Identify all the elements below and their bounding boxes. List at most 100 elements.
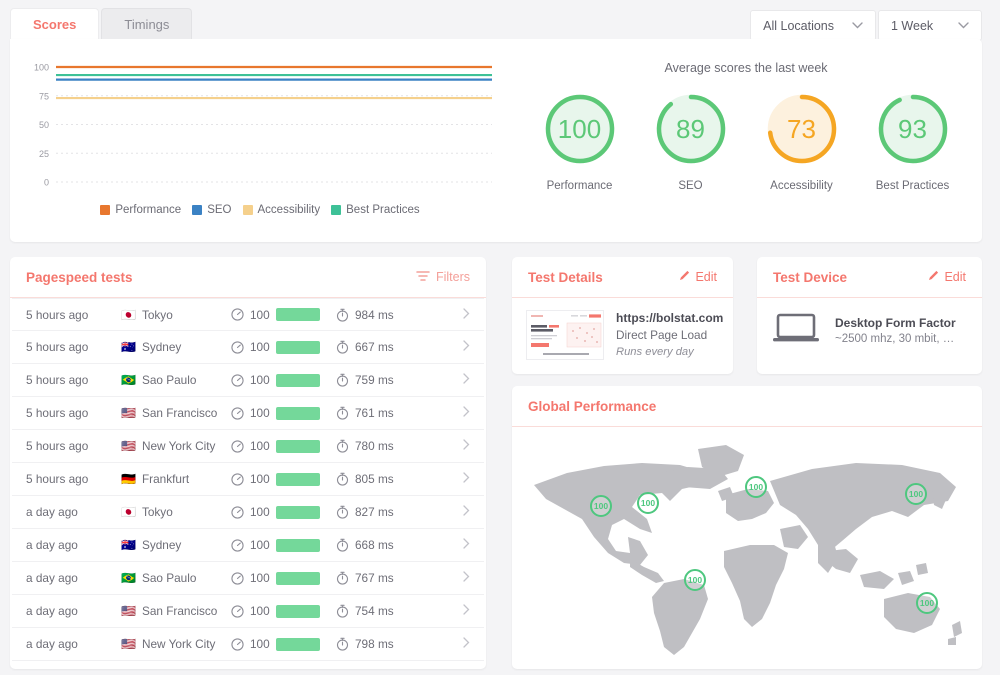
row-time: 5 hours ago (26, 472, 121, 486)
legend-item[interactable]: Best Practices (331, 204, 420, 216)
speedometer-icon (231, 506, 244, 519)
row-time: a day ago (26, 637, 121, 651)
table-row[interactable]: 5 hours ago 🇺🇸 New York City 100 780 ms (12, 430, 484, 463)
test-device-edit-button[interactable]: Edit (928, 270, 966, 284)
row-open-button[interactable] (431, 604, 470, 618)
pagespeed-tests-header: Pagespeed tests Filters (10, 257, 486, 298)
score-bar (276, 572, 320, 585)
row-city: Sydney (142, 340, 181, 354)
table-row[interactable]: a day ago 🇦🇺 Sydney 100 668 ms (12, 529, 484, 562)
chart-canvas: 0255075100 (26, 61, 496, 196)
pagespeed-tests-title: Pagespeed tests (26, 270, 133, 285)
gauge-seo[interactable]: 89 SEO (638, 91, 743, 192)
map-marker-new-york-city[interactable]: 100 (637, 492, 659, 514)
gauge-best-practices[interactable]: 93 Best Practices (860, 91, 965, 192)
map-marker-san-francisco[interactable]: 100 (590, 495, 612, 517)
stopwatch-icon (336, 604, 349, 618)
global-performance-card: Global Performance (512, 386, 982, 669)
map-marker-frankfurt[interactable]: 100 (745, 476, 767, 498)
map-marker-tokyo[interactable]: 100 (905, 483, 927, 505)
test-device-header: Test Device Edit (757, 257, 982, 298)
row-open-button[interactable] (431, 538, 470, 552)
table-row[interactable]: 5 hours ago 🇯🇵 Tokyo 100 984 ms (12, 298, 484, 331)
row-duration: 767 ms (336, 571, 431, 585)
chevron-right-icon (463, 604, 470, 618)
scores-overview-card: 0255075100 Performance SEO Accessibility… (10, 39, 982, 242)
legend-item[interactable]: Accessibility (243, 204, 321, 216)
stopwatch-icon (336, 637, 349, 651)
period-select-value: 1 Week (891, 19, 933, 33)
filter-icon (416, 270, 430, 285)
device-specs: ~2500 mhz, 30 mbit, … (835, 333, 956, 345)
gauge-performance[interactable]: 100 Performance (527, 91, 632, 192)
pencil-icon (679, 270, 690, 284)
row-time: a day ago (26, 571, 121, 585)
chevron-down-icon (852, 22, 863, 29)
row-open-button[interactable] (431, 505, 470, 519)
row-duration: 984 ms (336, 308, 431, 322)
chevron-right-icon (463, 406, 470, 420)
score-bar (276, 341, 320, 354)
row-score: 100 (231, 308, 336, 322)
test-details-edit-button[interactable]: Edit (679, 270, 717, 284)
row-location: 🇺🇸 New York City (121, 637, 231, 651)
row-open-button[interactable] (431, 373, 470, 387)
tab-timings-label: Timings (124, 17, 169, 32)
table-row[interactable]: a day ago 🇺🇸 New York City 100 798 ms (12, 628, 484, 661)
filter-selects: All Locations 1 Week (748, 10, 982, 41)
row-score: 100 (231, 538, 336, 552)
tab-scores[interactable]: Scores (10, 8, 99, 40)
chevron-right-icon (463, 538, 470, 552)
tab-timings[interactable]: Timings (101, 8, 192, 40)
row-location: 🇩🇪 Frankfurt (121, 472, 231, 486)
legend-label: Best Practices (346, 204, 420, 216)
period-select[interactable]: 1 Week (878, 10, 982, 41)
legend-item[interactable]: Performance (100, 204, 181, 216)
table-row[interactable]: 5 hours ago 🇧🇷 Sao Paulo 100 759 ms (12, 364, 484, 397)
test-details-text: https://bolstat.com Direct Page Load Run… (616, 310, 723, 361)
row-open-button[interactable] (431, 308, 470, 322)
row-open-button[interactable] (431, 406, 470, 420)
row-duration-value: 780 ms (355, 439, 394, 453)
row-open-button[interactable] (431, 340, 470, 354)
table-row[interactable]: a day ago 🇯🇵 Tokyo 100 827 ms (12, 496, 484, 529)
row-city: Frankfurt (142, 472, 189, 486)
chevron-right-icon (463, 637, 470, 651)
table-row[interactable]: a day ago 🇧🇷 Sao Paulo 100 767 ms (12, 562, 484, 595)
table-row[interactable]: 5 hours ago 🇩🇪 Frankfurt 100 805 ms (12, 463, 484, 496)
global-performance-title: Global Performance (528, 399, 656, 414)
legend-label: Performance (115, 204, 181, 216)
map-marker-sao-paulo[interactable]: 100 (684, 569, 706, 591)
stopwatch-icon (336, 308, 349, 322)
score-bar (276, 374, 320, 387)
row-duration: 668 ms (336, 538, 431, 552)
table-row[interactable]: 5 hours ago 🇺🇸 San Francisco 100 761 ms (12, 397, 484, 430)
test-device-text: Desktop Form Factor ~2500 mhz, 30 mbit, … (835, 316, 956, 345)
flag-icon: 🇧🇷 (121, 374, 136, 386)
gauge-accessibility[interactable]: 73 Accessibility (749, 91, 854, 192)
stopwatch-icon (336, 340, 349, 354)
filters-button[interactable]: Filters (416, 270, 470, 285)
table-row[interactable]: a day ago 🇺🇸 San Francisco 100 754 ms (12, 595, 484, 628)
row-open-button[interactable] (431, 439, 470, 453)
flag-icon: 🇺🇸 (121, 407, 136, 419)
svg-text:100: 100 (34, 63, 49, 73)
test-type: Direct Page Load (616, 327, 723, 344)
row-city: New York City (142, 637, 215, 651)
legend-item[interactable]: SEO (192, 204, 231, 216)
legend-label: Accessibility (258, 204, 321, 216)
test-device-title: Test Device (773, 270, 847, 285)
dashboard-page: Scores Timings All Locations 1 Week 0255… (0, 0, 1000, 675)
row-time: 5 hours ago (26, 406, 121, 420)
pencil-icon (928, 270, 939, 284)
row-duration-value: 798 ms (355, 637, 394, 651)
chevron-right-icon (463, 439, 470, 453)
row-open-button[interactable] (431, 571, 470, 585)
row-open-button[interactable] (431, 472, 470, 486)
map-marker-sydney[interactable]: 100 (916, 592, 938, 614)
location-select[interactable]: All Locations (750, 10, 876, 41)
row-open-button[interactable] (431, 637, 470, 651)
row-city: San Francisco (142, 604, 217, 618)
table-row[interactable]: 5 hours ago 🇦🇺 Sydney 100 667 ms (12, 331, 484, 364)
row-duration-value: 754 ms (355, 604, 394, 618)
